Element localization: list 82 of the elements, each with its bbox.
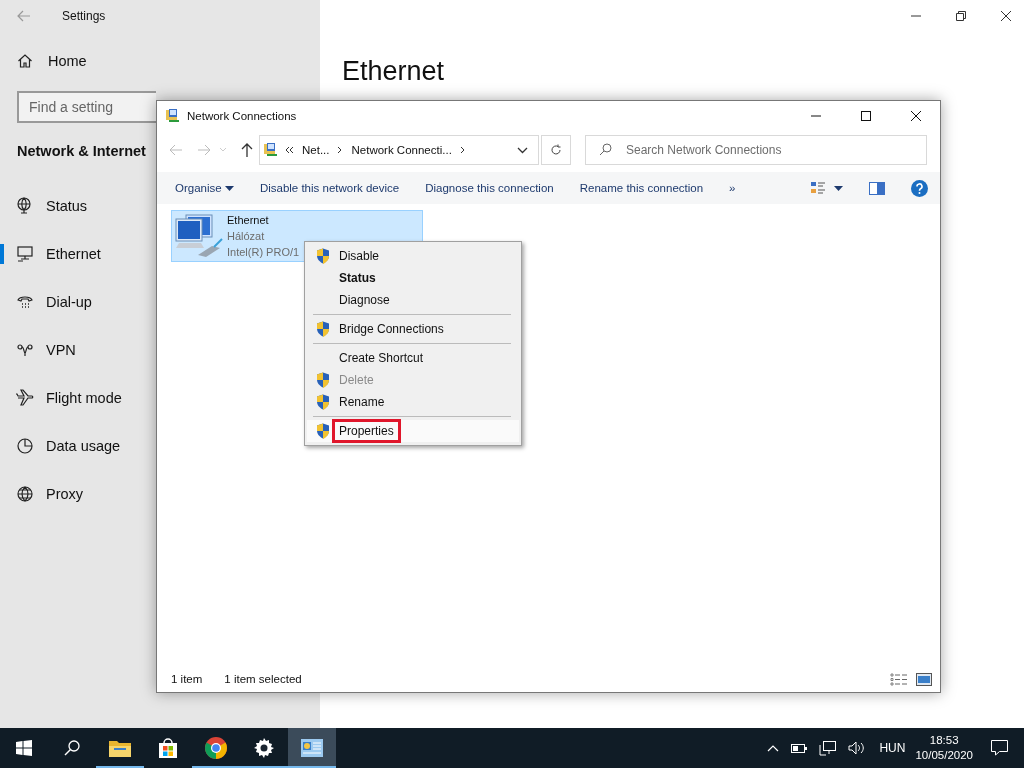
folder-icon [109, 739, 131, 757]
home-icon [17, 53, 33, 69]
pie-chart-icon [16, 437, 34, 455]
dropdown-icon[interactable] [517, 146, 528, 154]
large-icons-view-icon[interactable] [916, 672, 932, 686]
window-title: Settings [62, 9, 106, 23]
shopping-bag-icon [158, 738, 178, 758]
toolbar-command[interactable]: Diagnose this connection [425, 182, 554, 194]
nav-item[interactable]: Data usage [0, 422, 129, 470]
chevron-up-icon[interactable] [767, 744, 780, 752]
network-name: Hálózat [227, 229, 266, 244]
network-adapter-icon [174, 213, 224, 259]
window-title: Network Connections [187, 110, 297, 122]
airplane-icon [16, 389, 34, 407]
search-field[interactable]: Find a setting [17, 91, 156, 123]
browser-icon [205, 737, 227, 759]
language-indicator[interactable]: HUN [879, 741, 906, 755]
toolbar-command[interactable]: » [729, 182, 736, 194]
menu-item[interactable]: Properties [307, 420, 519, 442]
toolbar-command[interactable]: Disable this network device [259, 182, 400, 194]
details-view-icon[interactable] [890, 672, 908, 686]
shield-icon [316, 248, 330, 264]
gear-icon [254, 738, 274, 758]
shield-icon [316, 372, 330, 388]
refresh-button[interactable] [541, 135, 571, 165]
section-heading: Network & Internet [17, 143, 146, 159]
close-icon[interactable] [1000, 10, 1012, 22]
breadcrumb[interactable]: Net... [300, 144, 332, 156]
link-icon [16, 341, 34, 359]
status-text: 1 item [171, 673, 203, 685]
status-text: 1 item selected [224, 673, 302, 685]
preview-pane-icon[interactable] [869, 181, 885, 195]
shield-icon [316, 321, 330, 337]
nav-item[interactable]: Ethernet [0, 230, 109, 278]
globe-monitor-icon [16, 197, 34, 215]
up-arrow-icon[interactable] [241, 143, 253, 157]
clock[interactable]: 18:53 10/05/2020 [915, 733, 973, 763]
wired-network-icon[interactable] [819, 740, 837, 756]
chevron-icon[interactable] [337, 146, 344, 154]
search-icon [64, 740, 80, 756]
network-window-icon [301, 739, 323, 757]
menu-item[interactable]: Status [307, 267, 519, 289]
network-folder-icon [165, 108, 181, 124]
menu-item[interactable]: Create Shortcut [307, 347, 519, 369]
battery-icon[interactable] [791, 743, 808, 753]
menu-item[interactable]: Rename [307, 391, 519, 413]
nav-item[interactable]: Flight mode [0, 374, 130, 422]
shield-icon [316, 423, 330, 439]
network-folder-icon [263, 142, 279, 158]
help-icon[interactable] [911, 179, 928, 197]
nav-item[interactable]: Proxy [0, 470, 92, 518]
nav-item[interactable]: Status [0, 182, 96, 230]
double-chevron-icon [285, 146, 294, 154]
menu-item[interactable]: Diagnose [307, 289, 519, 311]
search-icon [599, 143, 612, 156]
monitor-icon [16, 245, 34, 263]
toolbar-command[interactable]: Organise [175, 182, 234, 194]
home-link[interactable]: Home [0, 32, 320, 74]
view-options-icon[interactable] [810, 181, 826, 195]
refresh-icon [550, 144, 562, 156]
adapter-name: Intel(R) PRO/1 [227, 245, 300, 260]
maximize-icon[interactable] [860, 110, 872, 122]
dropdown-icon [224, 186, 234, 192]
restore-icon[interactable] [955, 10, 967, 22]
shield-icon [316, 394, 330, 410]
notifications-icon[interactable] [991, 740, 1008, 756]
menu-item[interactable]: Bridge Connections [307, 318, 519, 340]
dropdown-icon[interactable] [834, 185, 843, 191]
breadcrumb[interactable]: Network Connecti... [349, 144, 454, 156]
address-bar[interactable]: Net... Network Connecti... [259, 135, 539, 165]
taskbar-app[interactable] [288, 728, 336, 768]
close-icon[interactable] [910, 110, 922, 122]
globe-icon [16, 485, 34, 503]
phone-icon [16, 293, 34, 311]
windows-logo-icon [16, 740, 32, 756]
nav-item[interactable]: VPN [0, 326, 84, 374]
page-title: Ethernet [342, 56, 446, 87]
speaker-icon[interactable] [848, 741, 866, 755]
nav-item[interactable]: Dial-up [0, 278, 100, 326]
connection-name: Ethernet [227, 213, 270, 228]
toolbar-command[interactable]: Rename this connection [579, 182, 704, 194]
chevron-icon[interactable] [459, 146, 466, 154]
